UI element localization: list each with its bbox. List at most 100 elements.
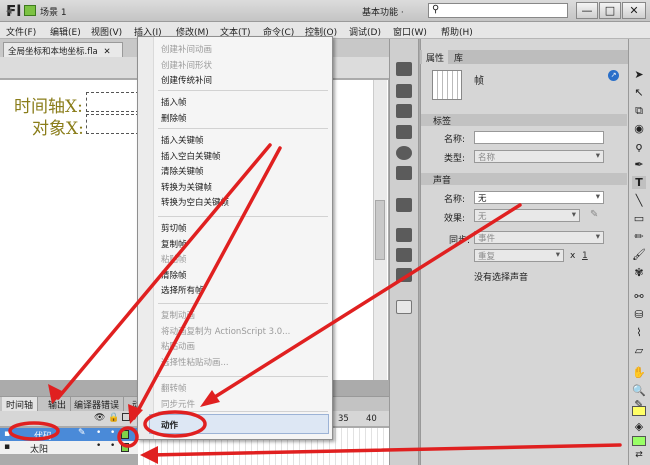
section-label[interactable]: 标签 <box>421 114 627 127</box>
eraser-tool-icon[interactable]: ▱ <box>632 344 646 357</box>
section-sound[interactable]: 声音 <box>421 173 627 186</box>
subselection-tool-icon[interactable]: ↖ <box>632 86 646 99</box>
eye-icon[interactable]: 👁 <box>94 413 105 423</box>
tab-library[interactable]: 库 <box>450 50 467 64</box>
frame-icon <box>432 70 462 100</box>
scene-label[interactable]: 场景 1 <box>40 5 67 18</box>
history-panel-icon[interactable] <box>396 166 412 180</box>
menu-edit[interactable]: 编辑(E) <box>50 25 81 38</box>
line-tool-icon[interactable]: ╲ <box>632 194 646 207</box>
menu-view[interactable]: 视图(V) <box>91 25 122 38</box>
motion-presets-icon[interactable] <box>396 300 412 314</box>
lock-dot-icon[interactable]: • <box>110 428 115 438</box>
close-icon[interactable]: ✕ <box>103 47 110 57</box>
back-arrow-icon[interactable]: ◂ <box>6 4 12 17</box>
pen-tool-icon[interactable]: ✒ <box>632 158 646 171</box>
context-menu-item[interactable]: 清除帧 <box>161 269 187 281</box>
lock-icon[interactable]: 🔒 <box>108 413 119 423</box>
tab-output[interactable]: 输出 <box>44 397 72 412</box>
color-panel-icon[interactable] <box>396 62 412 76</box>
context-menu-item[interactable]: 插入关键帧 <box>161 134 204 146</box>
menu-file[interactable]: 文件(F) <box>6 25 36 38</box>
library-panel-icon[interactable] <box>396 198 412 212</box>
context-menu-item[interactable]: 剪切帧 <box>161 222 187 234</box>
repeat-select[interactable]: 重复 <box>474 249 564 262</box>
context-menu-item[interactable]: 删除帧 <box>161 112 187 124</box>
context-menu-item[interactable]: 复制帧 <box>161 238 187 250</box>
selection-tool-icon[interactable]: ➤ <box>632 68 646 81</box>
context-menu-item[interactable]: 清除关键帧 <box>161 165 204 177</box>
repeat-count[interactable]: 1 <box>582 251 588 261</box>
help-search-input[interactable]: ⚲ <box>428 3 568 18</box>
keyframe[interactable] <box>121 430 129 439</box>
visibility-dot-icon[interactable]: • <box>96 441 101 451</box>
menu-debug[interactable]: 调试(D) <box>349 25 381 38</box>
search-icon: ⚲ <box>432 4 440 15</box>
free-transform-tool-icon[interactable]: ⧉ <box>632 104 646 118</box>
frame-name-input[interactable] <box>474 131 604 144</box>
outline-icon[interactable] <box>122 413 130 421</box>
maximize-button[interactable]: □ <box>599 2 621 19</box>
3d-rotation-tool-icon[interactable]: ◉ <box>632 122 646 135</box>
fill-color-swatch[interactable] <box>632 436 646 446</box>
layer-row-code[interactable]: ▪ 代码 ✎ • • <box>0 428 138 442</box>
context-menu-item[interactable]: 转换为空白关键帧 <box>161 196 229 208</box>
swatches-panel-icon[interactable] <box>396 84 412 98</box>
actions-panel-icon[interactable] <box>396 228 412 242</box>
visibility-dot-icon[interactable]: • <box>96 428 101 438</box>
context-menu-item[interactable]: 选择所有帧 <box>161 284 204 296</box>
minimize-button[interactable]: — <box>576 2 598 19</box>
tab-properties[interactable]: 属性 <box>422 50 449 64</box>
help-icon[interactable]: ↗ <box>608 70 619 81</box>
deco-tool-icon[interactable]: ✾ <box>632 266 646 279</box>
sync-select[interactable]: 事件 <box>474 231 604 244</box>
close-window-button[interactable]: ✕ <box>622 2 646 19</box>
context-menu-item[interactable]: 创建传统补间 <box>161 74 212 86</box>
layer-name[interactable]: 太阳 <box>30 442 48 455</box>
keyframe[interactable] <box>121 443 129 452</box>
context-menu-item-actions[interactable]: 动作 <box>161 419 178 431</box>
components-panel-icon[interactable] <box>396 268 412 282</box>
info-panel-icon[interactable] <box>396 146 412 160</box>
rectangle-tool-icon[interactable]: ▭ <box>632 212 646 225</box>
transform-panel-icon[interactable] <box>396 125 412 139</box>
scrollbar-thumb[interactable] <box>375 200 385 260</box>
layer-row-sun[interactable]: ▪ 太阳 • • <box>0 441 138 455</box>
lasso-tool-icon[interactable]: ϙ <box>632 140 646 153</box>
context-menu-item[interactable]: 转换为关键帧 <box>161 181 212 193</box>
code-snippets-icon[interactable] <box>396 248 412 262</box>
properties-title: 帧 <box>474 76 484 87</box>
paint-bucket-tool-icon[interactable]: ⛁ <box>632 308 646 321</box>
sound-name-label: 名称: <box>444 195 466 205</box>
swap-colors-icon[interactable]: ⇄ <box>632 450 646 460</box>
menu-window[interactable]: 窗口(W) <box>393 25 427 38</box>
menu-separator <box>158 128 328 129</box>
edit-pencil-icon[interactable]: ✎ <box>590 209 598 220</box>
tab-compiler-errors[interactable]: 编译器错误 <box>70 397 125 412</box>
fill-color-icon[interactable]: ◈ <box>632 420 646 433</box>
label-type-select[interactable]: 名称 <box>474 150 604 163</box>
pencil-tool-icon[interactable]: ✏ <box>632 230 646 243</box>
context-menu-item: 粘贴动画 <box>161 342 196 353</box>
effect-select[interactable]: 无 <box>474 209 580 222</box>
context-menu-item[interactable]: 插入帧 <box>161 96 187 108</box>
bone-tool-icon[interactable]: ⚯ <box>632 290 646 303</box>
menu-help[interactable]: 帮助(H) <box>441 25 473 38</box>
zoom-tool-icon[interactable]: 🔍 <box>632 384 646 397</box>
hand-tool-icon[interactable]: ✋ <box>632 366 646 379</box>
context-menu-item[interactable]: 插入空白关键帧 <box>161 150 221 162</box>
document-tab[interactable]: 全局坐标和本地坐标.fla ✕ <box>3 42 123 57</box>
brush-tool-icon[interactable]: 🖌 <box>632 248 646 261</box>
stroke-color-swatch[interactable] <box>632 406 646 416</box>
stage-text-object-x[interactable]: 对象X: <box>32 114 84 139</box>
context-menu-item: 复制动画 <box>161 311 196 321</box>
workspace-switcher[interactable]: 基本功能 · <box>362 5 404 18</box>
tab-timeline[interactable]: 时间轴 <box>2 397 39 412</box>
lock-dot-icon[interactable]: • <box>110 441 115 451</box>
context-menu-item: 创建补间形状 <box>161 60 213 71</box>
frame-number: 35 <box>338 414 349 424</box>
align-panel-icon[interactable] <box>396 104 412 118</box>
eyedropper-tool-icon[interactable]: ⌇ <box>632 326 646 339</box>
sound-name-select[interactable]: 无 <box>474 191 604 204</box>
text-tool-icon[interactable]: T <box>632 176 646 189</box>
